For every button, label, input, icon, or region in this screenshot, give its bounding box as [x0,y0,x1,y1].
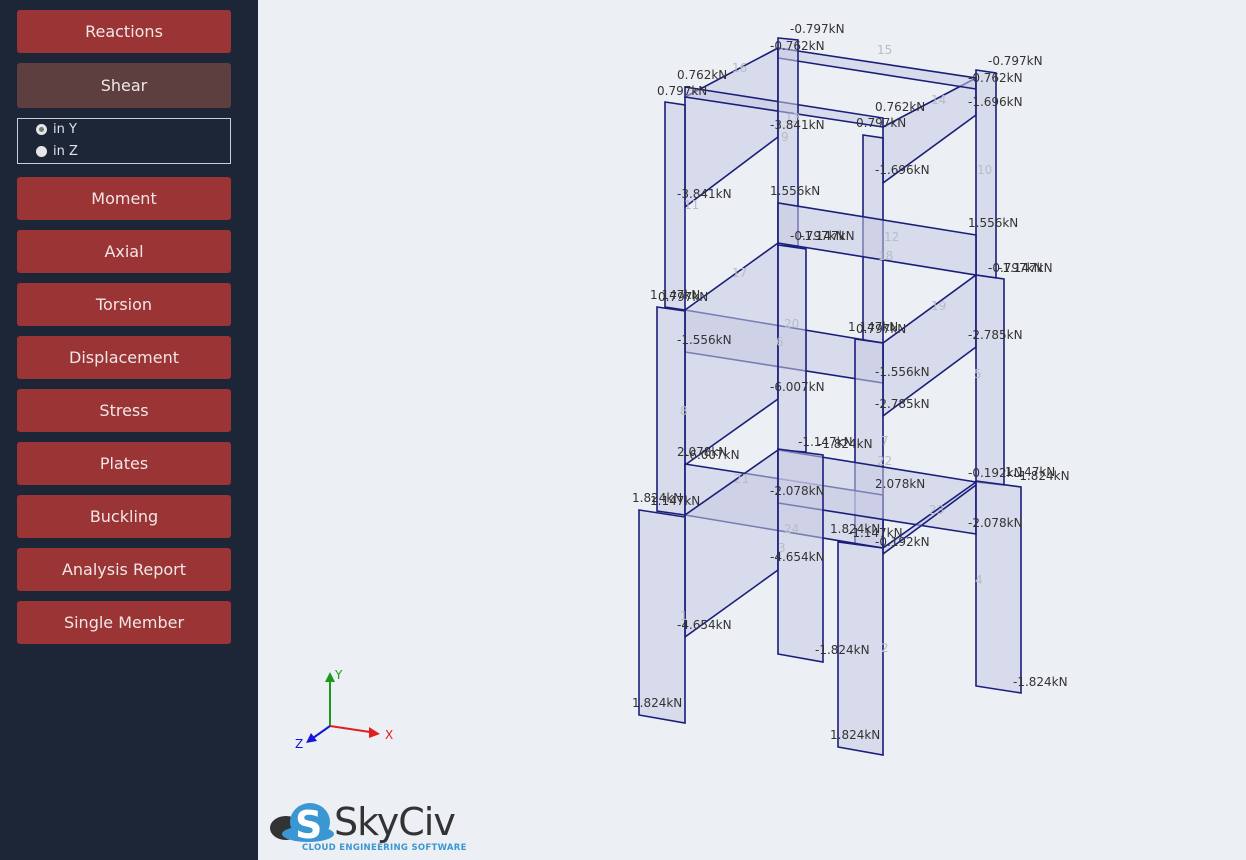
shear-value-label: -1.824kN [818,437,873,451]
shear-value-label: -1.147kN [800,229,855,243]
y-axis-label: Y [334,668,343,682]
member-number: 15 [877,43,892,57]
shear-value-label: -0.797kN [988,54,1043,68]
z-arrow-icon [306,733,317,743]
skyciv-logo: S SkyCiv CLOUD ENGINEERING SOFTWARE [268,800,466,856]
member-number: 4 [975,573,983,587]
member-number: 23 [929,503,944,517]
member-number: 24 [784,522,799,536]
axis-triad: Y X Z [295,668,393,751]
shear-value-label: 1.824kN [830,728,880,742]
shear-value-label: -1.824kN [1015,469,1070,483]
shear-value-label: -6.007kN [770,380,825,394]
shear-value-label: -4.654kN [677,618,732,632]
member-number: 9 [781,130,789,144]
shear-value-label: -2.078kN [770,484,825,498]
shear-value-label: -0.762kN [968,71,1023,85]
shear-value-label: 1.824kN [632,696,682,710]
member-number: 5 [974,367,982,381]
shear-value-label: 2.078kN [875,477,925,491]
z-axis-label: Z [295,737,303,751]
shear-value-label: 0.797kN [658,290,708,304]
cloud-logo-icon: S [270,803,334,844]
member-number: 22 [877,454,892,468]
shear-value-label: 1.556kN [770,184,820,198]
shear-value-label: -0.797kN [790,22,845,36]
shear-value-label: -1.696kN [875,163,930,177]
member-number: 12 [884,230,899,244]
logo-name: SkyCiv [334,800,456,844]
member-number: 21 [734,472,749,486]
shear-value-label: -1.147kN [998,261,1053,275]
shear-value-label: 0.797kN [856,322,906,336]
shear-diagram-shape [664,101,686,311]
shear-value-label: -0.192kN [875,535,930,549]
shear-value-label: 0.762kN [677,68,727,82]
shear-diagram-shape [882,273,977,418]
member-number: 10 [977,163,992,177]
shear-value-label: -1.824kN [1013,675,1068,689]
z-axis-line [312,725,331,739]
shear-value-label: -0.762kN [770,39,825,53]
member-number: 18 [878,249,893,263]
shear-value-label: 1.556kN [968,216,1018,230]
shear-value-label: -3.841kN [677,187,732,201]
shear-diagram-shape [638,509,686,724]
member-number: 6 [776,335,784,349]
3d-viewport[interactable]: 161514139111012181720619857222124323124 … [0,0,1246,860]
member-number: 7 [881,434,889,448]
shear-diagram-shape [975,480,1022,694]
member-number: 19 [931,299,946,313]
x-arrow-icon [369,727,380,738]
x-axis-label: X [385,728,393,742]
shear-value-label: -6.007kN [685,448,740,462]
member-number: 14 [931,93,946,107]
member-number: 8 [680,404,688,418]
shear-value-label: -1.556kN [875,365,930,379]
shear-value-label: 0.797kN [856,116,906,130]
shear-value-label: 1.147kN [650,494,700,508]
member-number: 17 [732,266,747,280]
member-number: 20 [784,317,799,331]
shear-value-label: -4.654kN [770,550,825,564]
shear-value-label: -2.078kN [968,516,1023,530]
member-number: 2 [881,641,889,655]
svg-text:S: S [295,803,322,844]
member-number: 16 [732,61,747,75]
shear-value-label: 0.797kN [657,84,707,98]
shear-value-label: -3.841kN [770,118,825,132]
shear-value-label: -1.556kN [677,333,732,347]
shear-value-label: -1.824kN [815,643,870,657]
shear-value-label: -1.696kN [968,95,1023,109]
shear-value-label: -2.785kN [875,397,930,411]
y-arrow-icon [325,672,335,682]
shear-value-label: 0.762kN [875,100,925,114]
shear-value-label: -2.785kN [968,328,1023,342]
logo-tagline: CLOUD ENGINEERING SOFTWARE [302,843,467,853]
x-axis-line [329,725,371,733]
